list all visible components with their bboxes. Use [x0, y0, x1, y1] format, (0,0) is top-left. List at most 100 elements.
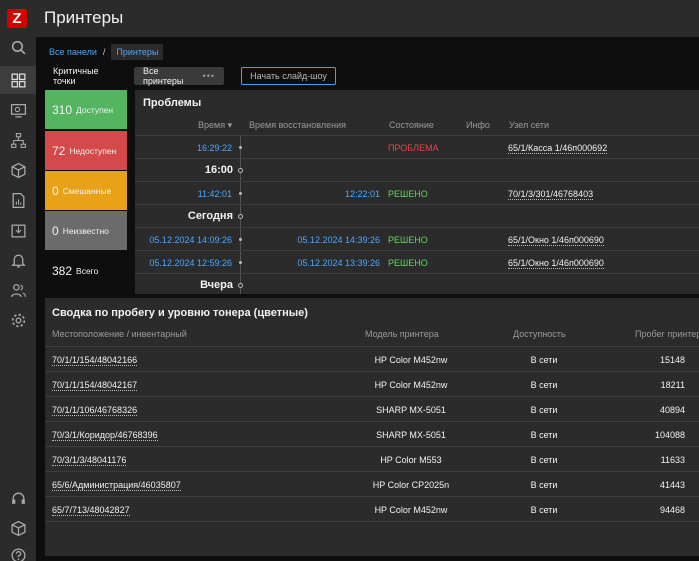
- problem-host-link[interactable]: 65/1/Окно 1/46п000690: [508, 258, 604, 269]
- column-header-host: Узел сети: [509, 120, 550, 130]
- page-header: Принтеры: [36, 0, 699, 37]
- problem-time[interactable]: 11:42:01: [198, 189, 232, 199]
- breadcrumb-all-dashboards[interactable]: Все панели: [49, 47, 97, 57]
- dashboard-icon[interactable]: [0, 66, 36, 94]
- status-count: 72: [52, 143, 66, 158]
- breadcrumb-current[interactable]: Принтеры: [111, 44, 164, 60]
- printer-mileage: 18211: [660, 380, 685, 390]
- monitoring-icon[interactable]: [0, 96, 36, 124]
- printer-mileage: 15148: [659, 355, 685, 365]
- tab-label: Критичные точки: [53, 66, 99, 86]
- data-collection-icon[interactable]: [0, 216, 36, 244]
- table-row: 70/3/1/Коридор/46768396 SHARP MX-5051 В се…: [45, 421, 699, 446]
- status-label: Недоступен: [69, 145, 117, 156]
- status-tile-mixed[interactable]: 0 Смешанные: [45, 171, 127, 210]
- problem-row: 05.12.2024 14:09:26 05.12.2024 14:39:26 РЕ…: [135, 227, 699, 250]
- start-slideshow-button[interactable]: Начать слайд-шоу: [241, 67, 336, 85]
- timeline-dot: [238, 214, 243, 219]
- column-header-time[interactable]: Время ▾: [198, 120, 232, 131]
- printer-mileage: 104088: [654, 430, 685, 440]
- network-icon[interactable]: [0, 126, 36, 154]
- status-label: Доступен: [76, 104, 114, 115]
- tab-more-icon[interactable]: •••: [203, 71, 215, 81]
- timeline-divider-label: Сегодня: [187, 210, 233, 222]
- summary-widget: Сводка по пробегу и уровню тонера (цветн…: [45, 298, 699, 556]
- users-icon[interactable]: [0, 276, 36, 304]
- printer-location-link[interactable]: 70/1/1/154/48042166: [52, 355, 138, 366]
- problem-row: 05.12.2024 12:59:26 05.12.2024 13:39:26 РЕ…: [135, 250, 699, 273]
- printer-location-link[interactable]: 65/6/Администрация/46035807: [52, 480, 181, 491]
- table-row: 70/1/1/154/48042167 HP Color M452nw В сети…: [45, 371, 699, 396]
- timeline-dot: [239, 261, 242, 264]
- printer-availability: В сети: [530, 480, 558, 490]
- problem-time[interactable]: 05.12.2024 12:59:26: [149, 258, 232, 268]
- tab-label: Все принтеры: [143, 66, 184, 86]
- printer-model: HP Color M452nw: [374, 505, 448, 515]
- printer-location-link[interactable]: 70/1/1/154/48042167: [52, 380, 138, 391]
- timeline-dot: [239, 238, 242, 241]
- status-label: Всего: [76, 265, 99, 276]
- table-row: 65/7/713/48042827 HP Color M452nw В сети 94…: [45, 496, 699, 521]
- problem-recovery-time[interactable]: 05.12.2024 14:39:26: [297, 235, 380, 245]
- timeline-dot: [239, 192, 242, 195]
- inventory-icon[interactable]: [0, 156, 36, 184]
- printer-model: SHARP MX-5051: [376, 430, 446, 440]
- reports-icon[interactable]: [0, 186, 36, 214]
- problem-host-link[interactable]: 65/1/Касса 1/46п000692: [508, 143, 608, 154]
- timeline-divider-label: 16:00: [204, 164, 233, 176]
- problem-recovery-time[interactable]: 12:22:01: [345, 189, 380, 199]
- timeline-dot: [238, 168, 243, 173]
- integrations-icon[interactable]: [0, 514, 36, 542]
- widget-title: Проблемы: [143, 97, 202, 109]
- status-tile-unknown[interactable]: 0 Неизвестно: [45, 211, 127, 250]
- problem-state: РЕШЕНО: [388, 235, 428, 245]
- printer-model: HP Color CP2025n: [372, 480, 450, 490]
- tab-critical-points[interactable]: Критичные точки: [44, 66, 132, 86]
- column-header-state: Состояние: [389, 120, 434, 130]
- printer-mileage: 40894: [659, 405, 685, 415]
- status-label: Неизвестно: [62, 225, 109, 236]
- status-count: 382: [52, 263, 73, 278]
- printer-model: HP Color M452nw: [374, 355, 448, 365]
- problem-host-link[interactable]: 65/1/Окно 1/46п000690: [508, 235, 604, 246]
- button-label: Начать слайд-шоу: [250, 71, 327, 81]
- page-title: Принтеры: [44, 8, 124, 27]
- problem-time[interactable]: 16:29:22: [197, 143, 232, 153]
- sidebar: Z: [0, 0, 36, 561]
- problem-row: 16:29:22 ПРОБЛЕМА 65/1/Касса 1/46п000692: [135, 135, 699, 158]
- column-header-mileage: Пробег принтера: [635, 329, 699, 339]
- column-header-location: Местоположение / инвентарный: [52, 329, 187, 339]
- status-count: 310: [52, 102, 73, 117]
- timeline-dot: [238, 283, 243, 288]
- support-icon[interactable]: [0, 484, 36, 512]
- problem-host-link[interactable]: 70/1/3/301/46768403: [508, 189, 594, 200]
- table-row: 65/6/Администрация/46035807 HP Color CP20…: [45, 471, 699, 496]
- printer-location-link[interactable]: 70/3/1/3/48041176: [52, 455, 127, 466]
- printer-availability: В сети: [530, 355, 558, 365]
- printer-mileage: 41443: [659, 480, 685, 490]
- status-count: 0: [52, 223, 59, 238]
- table-end-divider: [45, 521, 699, 522]
- settings-icon[interactable]: [0, 306, 36, 334]
- help-icon[interactable]: [0, 541, 36, 561]
- tab-all-printers[interactable]: Все принтеры •••: [134, 66, 224, 86]
- problem-state: РЕШЕНО: [388, 258, 428, 268]
- zabbix-logo[interactable]: Z: [7, 9, 27, 28]
- problem-recovery-time[interactable]: 05.12.2024 13:39:26: [297, 258, 380, 268]
- table-row: 70/1/1/106/46768326 SHARP MX-5051 В сети 40…: [45, 396, 699, 421]
- printer-location-link[interactable]: 70/3/1/Коридор/46768396: [52, 430, 158, 441]
- printer-location-link[interactable]: 65/7/713/48042827: [52, 505, 130, 516]
- status-tile-available[interactable]: 310 Доступен: [45, 90, 127, 129]
- timeline-divider-label: Вчера: [200, 279, 233, 291]
- printer-location-link[interactable]: 70/1/1/106/46768326: [52, 405, 138, 416]
- alerts-icon[interactable]: [0, 246, 36, 274]
- status-tile-unavailable[interactable]: 72 Недоступен: [45, 131, 127, 170]
- problems-widget: Проблемы Время ▾ Время восстановления Со…: [135, 90, 699, 294]
- problem-row: 11:42:01 12:22:01 РЕШЕНО 70/1/3/301/4676840…: [135, 181, 699, 204]
- printer-availability: В сети: [530, 505, 558, 515]
- breadcrumb: Все панели / Принтеры: [44, 43, 164, 61]
- printer-model: HP Color M452nw: [374, 380, 448, 390]
- status-tile-total[interactable]: 382 Всего: [45, 251, 127, 290]
- problem-time[interactable]: 05.12.2024 14:09:26: [149, 235, 232, 245]
- search-icon[interactable]: [0, 33, 36, 61]
